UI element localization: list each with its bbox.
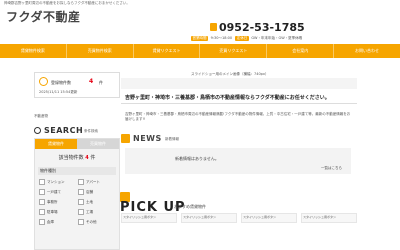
checkbox-box[interactable]: [39, 199, 45, 205]
tab-sale[interactable]: 売買物件: [77, 139, 119, 149]
checkbox-box[interactable]: [39, 189, 45, 195]
pickup-heading: PICK UP おすすめ賃貸物件: [120, 192, 356, 215]
news-icon: [121, 134, 130, 143]
pickup-card[interactable]: スタイリッシュ用ボタン: [301, 213, 357, 223]
checkbox-shop[interactable]: 店舗: [78, 188, 115, 196]
hours-value: 9:30～18:00: [210, 36, 233, 40]
search-icon: [34, 127, 41, 134]
business-hours: 営業時間 9:30～18:00 定休日 GW・年末年始・GW・夏季休暇: [191, 36, 302, 41]
checkbox-label: その他: [86, 219, 97, 224]
listing-counter: 登録物件数 4 件 2025/11/11 15:54更新: [34, 72, 120, 98]
phone-number[interactable]: 0952-53-1785: [219, 21, 305, 34]
checkbox-box[interactable]: [78, 179, 84, 185]
holiday-value: GW・年末年始・GW・夏季休暇: [251, 36, 303, 40]
search-tabs: 賃貸物件 売買物件: [35, 139, 119, 149]
checkbox-label: 倉庫: [47, 219, 54, 224]
nav-sale-search[interactable]: 売買物件検索: [67, 44, 134, 58]
checkbox-label: 店舗: [86, 189, 93, 194]
counter-unit: 件: [99, 80, 103, 85]
welcome-heading: 吉野ヶ里町・神埼市・三養基郡・鳥栖市の不動産情報ならフクダ不動産にお任せください…: [121, 92, 357, 104]
checkbox-label: 駐車場: [47, 209, 58, 214]
nav-rent-search[interactable]: 賃貸物件検索: [0, 44, 67, 58]
found-suffix: 件: [90, 155, 96, 161]
news-subtitle: 新着情報: [165, 137, 179, 141]
checkbox-label: 一戸建て: [47, 189, 61, 194]
hours-tag: 営業時間: [191, 36, 208, 41]
pickup-card[interactable]: スタイリッシュ用ボタン: [181, 213, 237, 223]
site-tagline: 神埼郡吉野ヶ里町周辺の不動産をお探しならフクダ不動産におまかせください。: [0, 0, 400, 6]
tab-rent[interactable]: 賃貸物件: [35, 139, 77, 149]
checkbox-house[interactable]: 一戸建て: [39, 188, 76, 196]
checkbox-box[interactable]: [78, 209, 84, 215]
holiday-tag: 定休日: [235, 36, 249, 41]
checkbox-label: マンション: [47, 179, 65, 184]
news-more-link[interactable]: 一覧はこちら: [321, 166, 342, 171]
counter-number: 4: [89, 78, 94, 85]
pickup-subtitle: おすすめ賃貸物件: [174, 204, 206, 209]
checkbox-box[interactable]: [78, 199, 84, 205]
checkbox-label: 土地: [86, 199, 93, 204]
sidebar: 登録物件数 4 件 2025/11/11 15:54更新 不動産物 SEARCH…: [34, 72, 120, 250]
checkbox-office[interactable]: 事務所: [39, 198, 76, 206]
global-nav: 賃貸物件検索 売買物件検索 賃貸リクエスト 売買リクエスト 会社案内 お問い合わ…: [0, 44, 400, 58]
checkbox-label: 事務所: [47, 199, 58, 204]
checkbox-land[interactable]: 土地: [78, 198, 115, 206]
checkbox-warehouse[interactable]: 倉庫: [39, 218, 76, 226]
checkbox-label: 工場: [86, 209, 93, 214]
slideshow: [121, 78, 357, 89]
category-checkboxes: マンション アパート 一戸建て 店舗 事務所 土地 駐車場 工場 倉庫 その他: [35, 175, 119, 229]
found-number: 4: [85, 155, 89, 161]
checkbox-box[interactable]: [39, 209, 45, 215]
search-subtitle: 条件検索: [84, 129, 98, 133]
pickup-card[interactable]: スタイリッシュ用ボタン: [121, 213, 177, 223]
news-box: 新着情報はありません。 一覧はこちら: [125, 148, 351, 174]
checkbox-apartment[interactable]: アパート: [78, 178, 115, 186]
found-prefix: 該当物件数: [58, 155, 84, 161]
house-icon: [39, 77, 48, 86]
checkbox-box[interactable]: [78, 219, 84, 225]
news-empty-message: 新着情報はありません。: [175, 156, 219, 161]
checkbox-other[interactable]: その他: [78, 218, 115, 226]
nav-contact[interactable]: お問い合わせ: [334, 44, 400, 58]
checkbox-parking[interactable]: 駐車場: [39, 208, 76, 216]
site-logo[interactable]: フクダ不動産: [6, 8, 81, 25]
sidebar-image-alt: 不動産物: [34, 114, 48, 118]
search-heading: SEARCH 条件検索: [34, 126, 120, 136]
search-panel: 賃貸物件 売買物件 該当物件数 4 件 物件種別 マンション アパート 一戸建て…: [34, 138, 120, 250]
counter-date: 2025/11/11 15:54更新: [39, 90, 78, 94]
checkbox-label: アパート: [86, 179, 100, 184]
banner-image-alt: スライドショー用のメイン画像（横幅：740px）: [191, 72, 269, 76]
checkbox-box[interactable]: [39, 219, 45, 225]
found-count: 該当物件数 4 件: [35, 154, 119, 161]
nav-rent-request[interactable]: 賃貸リクエスト: [134, 44, 201, 58]
news-title: NEWS: [133, 134, 162, 143]
checkbox-mansion[interactable]: マンション: [39, 178, 76, 186]
category-heading: 物件種別: [38, 167, 116, 175]
phone-icon: [210, 23, 217, 31]
pickup-cards: スタイリッシュ用ボタン スタイリッシュ用ボタン スタイリッシュ用ボタン スタイリ…: [121, 213, 357, 223]
pickup-card[interactable]: スタイリッシュ用ボタン: [241, 213, 297, 223]
search-title: SEARCH: [44, 126, 84, 135]
checkbox-factory[interactable]: 工場: [78, 208, 115, 216]
intro-text: 吉野ヶ里町・神埼市・三養基郡・鳥栖市周辺の不動産情報満載!フクダ不動産の物件情報…: [125, 112, 351, 121]
nav-company[interactable]: 会社案内: [267, 44, 335, 58]
news-heading: NEWS 新着情報: [121, 134, 357, 144]
checkbox-box[interactable]: [39, 179, 45, 185]
checkbox-box[interactable]: [78, 189, 84, 195]
nav-sale-request[interactable]: 売買リクエスト: [200, 44, 268, 58]
counter-label: 登録物件数: [51, 80, 71, 85]
